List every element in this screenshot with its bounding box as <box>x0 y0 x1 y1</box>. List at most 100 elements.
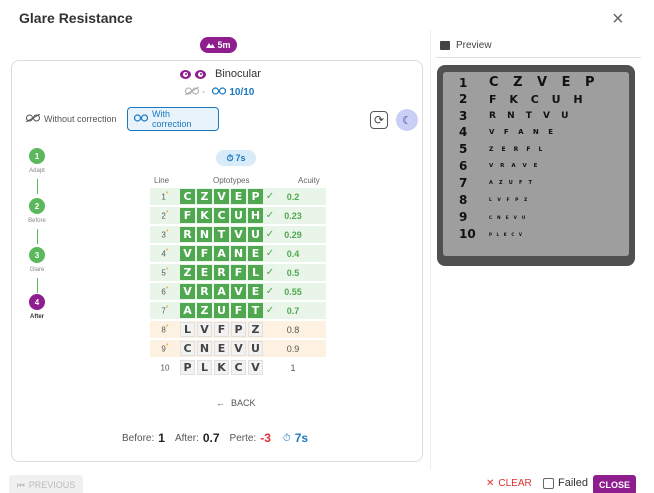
optotype-cell[interactable]: T <box>214 227 229 242</box>
optotype-cell[interactable]: V <box>231 227 246 242</box>
optotype-cell[interactable]: N <box>197 227 212 242</box>
table-row: 6* V R A V E ✓ 0.55 <box>150 283 326 300</box>
optotype-letters: RNTVU <box>180 227 263 242</box>
back-button[interactable]: ← BACK <box>216 398 256 408</box>
optotype-cell[interactable]: R <box>180 227 195 242</box>
optotype-cell[interactable]: K <box>214 360 229 375</box>
preview-row: 7 A Z U F T <box>459 176 534 190</box>
step-circle[interactable]: 3 <box>29 247 45 263</box>
optotype-letters: CNEVU <box>180 341 263 356</box>
optotype-cell[interactable]: Z <box>197 189 212 204</box>
check-icon: ✓ <box>265 191 275 202</box>
optotype-cell[interactable]: H <box>248 208 263 223</box>
after-value: 0.7 <box>202 431 220 445</box>
preview-row: 2 F K C U H <box>459 92 587 106</box>
optotype-cell[interactable]: T <box>248 303 263 318</box>
close-button[interactable]: CLOSE <box>593 475 636 493</box>
optotype-cell[interactable]: F <box>231 265 246 280</box>
optotype-cell[interactable]: K <box>197 208 212 223</box>
eye-icon <box>195 69 206 79</box>
previous-button[interactable]: ⏮ PREVIOUS <box>9 475 83 493</box>
preview-line-number: 7 <box>459 176 468 190</box>
optotype-cell[interactable]: E <box>231 189 246 204</box>
optotype-cell[interactable]: Z <box>180 265 195 280</box>
moon-icon: ☾ <box>402 114 412 127</box>
tab-with-correction[interactable]: With correction <box>127 107 219 131</box>
optotype-cell[interactable]: F <box>180 208 195 223</box>
optotype-cell[interactable]: E <box>197 265 212 280</box>
optotype-cell[interactable]: Z <box>197 303 212 318</box>
step-circle[interactable]: 1 <box>29 148 45 164</box>
preview-line-number: 4 <box>459 125 468 139</box>
loss-label: Perte: <box>229 432 257 444</box>
tab-without-correction[interactable]: Without correction <box>20 107 123 131</box>
optotype-cell[interactable]: E <box>248 284 263 299</box>
optotype-cell[interactable]: V <box>180 284 195 299</box>
optotype-cell[interactable]: V <box>214 189 229 204</box>
optotype-cell[interactable]: P <box>180 360 195 375</box>
optotype-cell[interactable]: L <box>180 322 195 337</box>
line-marker: * <box>165 286 169 294</box>
failed-checkbox[interactable]: Failed <box>543 477 588 489</box>
optotype-cell[interactable]: U <box>214 303 229 318</box>
eye-icon <box>180 69 191 79</box>
optotype-cell[interactable]: P <box>248 189 263 204</box>
table-row: 10 P L K C V 1 <box>150 359 326 376</box>
step-circle[interactable]: 2 <box>29 198 45 214</box>
optotype-cell[interactable]: V <box>231 284 246 299</box>
preview-row: 10 P L K C V <box>459 227 524 241</box>
optotype-cell[interactable]: C <box>214 208 229 223</box>
optotype-cell[interactable]: E <box>248 246 263 261</box>
optotype-cell[interactable]: E <box>214 341 229 356</box>
acuity-value: 0.2 <box>286 191 300 202</box>
close-icon: ✕ <box>486 478 495 489</box>
optotype-cell[interactable]: Z <box>248 322 263 337</box>
optotype-cell[interactable]: V <box>231 341 246 356</box>
skip-previous-icon: ⏮ <box>16 479 25 490</box>
optotype-cell[interactable]: F <box>197 246 212 261</box>
close-icon[interactable]: × <box>612 9 624 29</box>
optotype-cell[interactable]: R <box>214 265 229 280</box>
corrected-value: 10/10 <box>229 86 255 98</box>
optotype-cell[interactable]: R <box>197 284 212 299</box>
optotype-cell[interactable]: N <box>231 246 246 261</box>
correction-values: - 10/10 <box>184 86 255 98</box>
clear-label: CLEAR <box>498 478 532 489</box>
optotype-letters: AZUFT <box>180 303 263 318</box>
optotype-cell[interactable]: L <box>197 360 212 375</box>
refresh-button[interactable]: ⟳ <box>370 111 388 129</box>
checkbox-box[interactable] <box>543 477 554 489</box>
optotype-cell[interactable]: U <box>248 227 263 242</box>
optotype-cell[interactable]: F <box>214 322 229 337</box>
optotype-cell[interactable]: U <box>231 208 246 223</box>
step-circle[interactable]: 4 <box>29 294 45 310</box>
optotype-cell[interactable]: U <box>248 341 263 356</box>
tab-label: With correction <box>152 109 192 129</box>
check-icon: ✓ <box>265 210 275 221</box>
night-mode-button[interactable]: ☾ <box>396 109 418 131</box>
optotype-cell[interactable]: V <box>197 322 212 337</box>
optotype-cell[interactable]: C <box>180 189 195 204</box>
optotype-cell[interactable]: P <box>231 322 246 337</box>
optotype-cell[interactable]: C <box>231 360 246 375</box>
preview-header: Preview <box>440 40 492 51</box>
clear-button[interactable]: ✕ CLEAR <box>486 478 532 489</box>
dialog-title: Glare Resistance <box>19 10 133 26</box>
optotype-cell[interactable]: A <box>214 284 229 299</box>
optotype-cell[interactable]: L <box>248 265 263 280</box>
optotype-cell[interactable]: N <box>197 341 212 356</box>
column-header-acuity: Acuity <box>298 176 320 185</box>
optotype-cell[interactable]: A <box>180 303 195 318</box>
optotype-cell[interactable]: V <box>248 360 263 375</box>
distance-value: 5m <box>217 40 231 50</box>
optotype-letters: FKCUH <box>180 208 263 223</box>
preview-line-number: 5 <box>459 142 468 156</box>
optotype-cell[interactable]: A <box>214 246 229 261</box>
preview-letters: F K C U H <box>489 92 588 106</box>
check-icon: ✓ <box>265 305 275 316</box>
optotype-cell[interactable]: C <box>180 341 195 356</box>
panel-divider <box>430 30 431 470</box>
optotype-cell[interactable]: F <box>231 303 246 318</box>
optotype-cell[interactable]: V <box>180 246 195 261</box>
preview-line-number: 8 <box>459 193 468 207</box>
